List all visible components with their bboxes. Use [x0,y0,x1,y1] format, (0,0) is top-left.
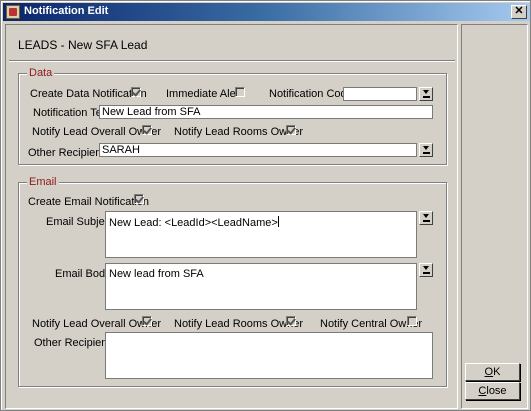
data-notify-overall-owner-checkbox[interactable] [142,125,152,135]
create-data-notification-label: Create Data Notification [30,88,147,100]
button-panel [461,24,528,409]
email-notify-rooms-owner-checkbox[interactable] [286,316,296,326]
window-title: Notification Edit [24,5,109,17]
text-cursor [277,216,279,227]
data-other-recipients-dropdown-icon[interactable] [419,143,433,157]
notification-code-label: Notification Code [269,88,353,100]
email-subject-input[interactable]: New Lead: <LeadId><LeadName> [105,211,417,258]
immediate-alert-checkbox[interactable] [235,87,245,97]
email-other-recipients-label: Other Recipients [34,337,116,349]
window-close-icon[interactable]: ✕ [511,5,527,19]
data-other-recipients-label: Other Recipients [28,147,110,159]
notify-central-owner-checkbox[interactable] [407,316,417,326]
notification-code-dropdown-icon[interactable] [419,87,433,101]
immediate-alert-label: Immediate Alert [166,88,243,100]
email-subject-text: New Lead: <LeadId><LeadName> [109,217,278,229]
create-data-notification-checkbox[interactable] [131,87,141,97]
ok-label: K [493,366,501,378]
email-subject-dropdown-icon[interactable] [419,211,433,225]
data-notify-rooms-owner-label: Notify Lead Rooms Owner [174,126,303,138]
notification-code-input[interactable] [343,87,417,101]
ok-button[interactable]: OK [465,363,520,381]
email-notify-rooms-owner-label: Notify Lead Rooms Owner [174,318,303,330]
close-button[interactable]: Close [465,382,520,400]
create-email-notification-checkbox[interactable] [134,194,144,204]
create-email-notification-label: Create Email Notification [28,196,150,208]
close-label: lose [486,385,507,397]
email-subject-label: Email Subject [46,216,114,228]
email-group-legend: Email [27,176,59,188]
email-body-label: Email Body [55,268,111,280]
page-title: LEADS - New SFA Lead [18,38,148,52]
email-body-input[interactable]: New lead from SFA [105,263,417,310]
ok-accel: O [484,366,494,378]
notification-edit-window: Notification Edit ✕ LEADS - New SFA Lead… [0,0,531,411]
app-icon [6,5,20,19]
data-group-legend: Data [27,67,55,79]
email-notify-overall-owner-checkbox[interactable] [142,316,152,326]
email-body-dropdown-icon[interactable] [419,263,433,277]
email-other-recipients-input[interactable] [105,332,433,379]
title-bar[interactable]: Notification Edit ✕ [3,3,530,21]
notification-text-input[interactable]: New Lead from SFA [99,105,433,119]
header-divider [9,60,455,62]
data-notify-rooms-owner-checkbox[interactable] [286,125,296,135]
data-other-recipients-input[interactable]: SARAH [99,143,417,157]
